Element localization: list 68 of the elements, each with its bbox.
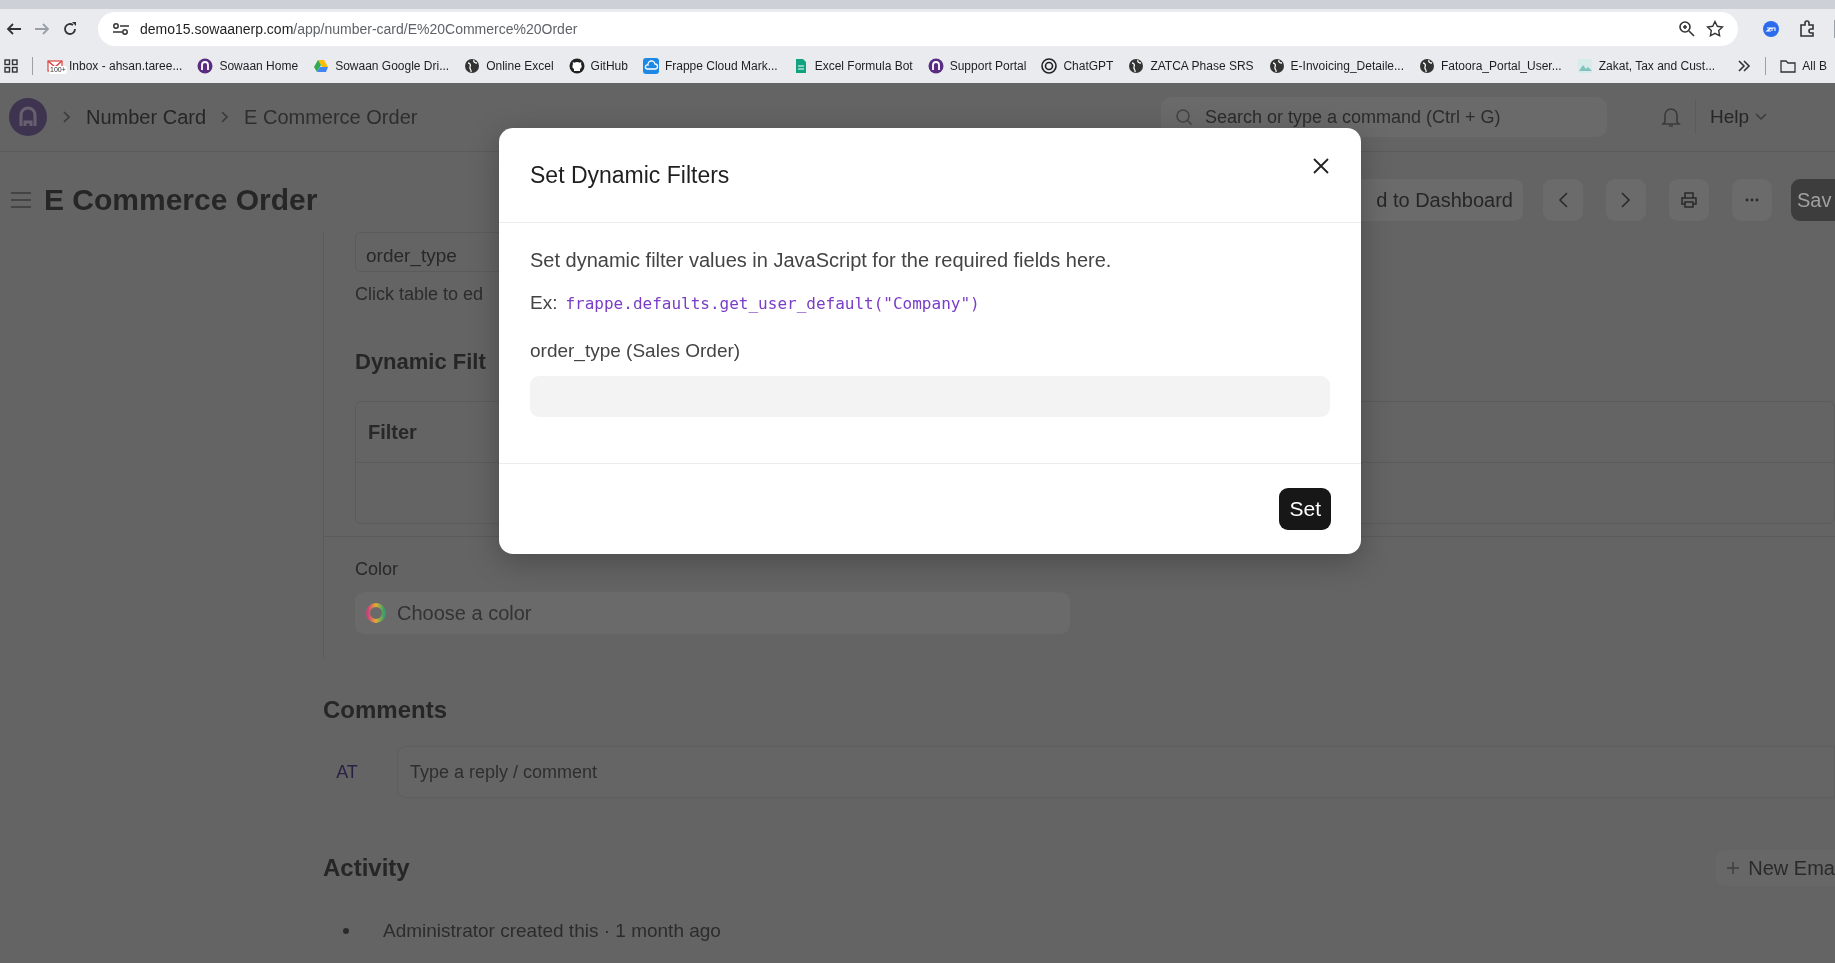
forward-arrow-icon[interactable] bbox=[34, 21, 50, 37]
bookmark[interactable]: ChatGPT bbox=[1041, 58, 1114, 74]
zoom-icon[interactable] bbox=[1678, 20, 1696, 38]
bell-icon[interactable] bbox=[1660, 106, 1681, 128]
example-label: Ex: bbox=[530, 292, 558, 314]
image-icon bbox=[1576, 58, 1593, 74]
section-title: Comments bbox=[323, 696, 449, 724]
bookmark[interactable]: Online Excel bbox=[464, 58, 554, 74]
bookmark[interactable]: Sowaan Google Dri... bbox=[313, 58, 450, 74]
circle-logo-icon bbox=[197, 58, 214, 74]
bookmark[interactable]: All B bbox=[1780, 59, 1827, 73]
bookmark[interactable]: Support Portal bbox=[927, 58, 1027, 74]
avatar-initials: AT bbox=[335, 761, 359, 783]
bookmark[interactable]: ZATCA Phase SRS bbox=[1128, 58, 1254, 74]
close-icon bbox=[1312, 157, 1330, 175]
print-button[interactable] bbox=[1669, 179, 1709, 221]
print-icon bbox=[1680, 191, 1698, 209]
section-title: Activity bbox=[323, 854, 410, 882]
bookmark[interactable]: E-Invoicing_Detaile... bbox=[1268, 58, 1404, 74]
triangle-icon bbox=[313, 58, 330, 74]
section-title: Dynamic Filt bbox=[355, 349, 486, 375]
globe-icon bbox=[1268, 58, 1285, 74]
caret-icon bbox=[1755, 113, 1767, 121]
more-icon bbox=[1745, 198, 1759, 202]
color-wheel-icon bbox=[365, 602, 387, 624]
globe-icon bbox=[1418, 58, 1435, 74]
bullet-dot bbox=[343, 928, 349, 934]
search-icon bbox=[1174, 108, 1193, 126]
bookmark[interactable]: Fatoora_Portal_User... bbox=[1418, 58, 1562, 74]
site-settings-icon[interactable] bbox=[112, 22, 130, 36]
close-button[interactable] bbox=[1312, 157, 1330, 175]
field-label: order_type (Sales Order) bbox=[530, 340, 742, 362]
chevron-double-icon[interactable] bbox=[1737, 59, 1752, 73]
cloud-icon bbox=[642, 58, 659, 74]
back-arrow-icon[interactable] bbox=[6, 21, 22, 37]
previous-icon bbox=[1558, 192, 1568, 208]
globe-icon bbox=[1128, 58, 1145, 74]
dialog-title: Set Dynamic Filters bbox=[530, 161, 731, 189]
plus-icon bbox=[1726, 861, 1741, 875]
bookmark[interactable]: Sowaan Home bbox=[197, 58, 299, 74]
next-icon bbox=[1621, 192, 1631, 208]
cat-silhouette-icon bbox=[568, 58, 585, 74]
chevron-right-icon bbox=[62, 110, 72, 124]
extension-badge-icon[interactable] bbox=[1762, 20, 1780, 38]
help-text: Click table to ed bbox=[355, 284, 484, 305]
save-button[interactable]: Sav bbox=[1791, 179, 1835, 221]
app-logo-icon[interactable] bbox=[8, 97, 48, 137]
bookmark[interactable]: Excel Formula Bot bbox=[792, 58, 913, 74]
apps-grid-icon[interactable] bbox=[4, 59, 18, 73]
knot-icon bbox=[1041, 58, 1058, 74]
reload-icon[interactable] bbox=[62, 21, 78, 37]
address-bar[interactable]: demo15.sowaanerp.com/app/number-card/E%20Commerce%20Order bbox=[98, 12, 1738, 46]
code-snippet: frappe.defaults.get_user_default("Company") bbox=[565, 294, 980, 313]
bookmark[interactable]: GitHub bbox=[568, 58, 628, 74]
page-title: E Commerce Order bbox=[44, 183, 318, 217]
puzzle-icon[interactable] bbox=[1798, 20, 1816, 38]
description-text: Set dynamic filter values in JavaScript for the required fields here. bbox=[530, 249, 1113, 272]
circle-logo-icon bbox=[927, 58, 944, 74]
bookmark[interactable]: Zakat, Tax and Cust... bbox=[1576, 58, 1716, 74]
chevron-right-icon bbox=[220, 110, 231, 124]
folder-icon bbox=[1780, 59, 1797, 73]
set-button[interactable]: Set bbox=[1279, 488, 1331, 530]
star-icon[interactable] bbox=[1706, 20, 1724, 38]
bookmark[interactable]: Frappe Cloud Mark... bbox=[642, 58, 778, 74]
field-label: Color bbox=[355, 559, 399, 580]
globe-icon bbox=[464, 58, 481, 74]
url-text: demo15.sowaanerp.com/app/number-card/E%20Commerce%20Order bbox=[140, 21, 578, 37]
activity-text: Administrator created this · 1 month ago bbox=[383, 920, 721, 942]
